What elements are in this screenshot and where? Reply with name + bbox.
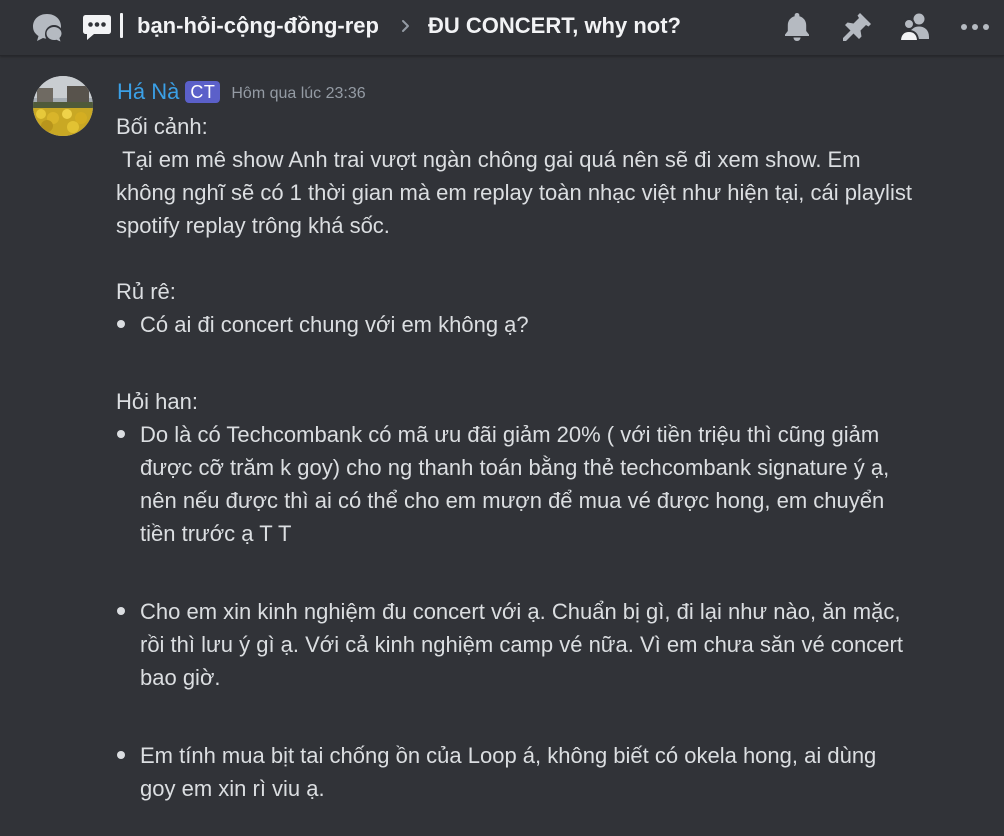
chat-bubble-icon [80, 10, 114, 44]
channel-header: bạn-hỏi-cộng-đồng-rep ĐU CONCERT, why no… [0, 0, 1004, 56]
list-item-text: Có ai đi concert chung với em không ạ? [140, 312, 529, 337]
questions-heading: Hỏi han: [116, 389, 198, 414]
username[interactable]: Há Nà [117, 78, 179, 106]
message-content: Bối cảnh: Tại em mê show Anh trai vượt n… [116, 110, 916, 805]
avatar[interactable] [33, 76, 93, 136]
header-divider [120, 13, 123, 38]
bullet [117, 607, 125, 615]
bullet [117, 320, 125, 328]
list-item: Do là có Techcombank có mã ưu đãi giảm 2… [116, 418, 916, 550]
pin-icon[interactable] [840, 10, 874, 44]
thread-name: ĐU CONCERT, why not? [428, 13, 681, 38]
bullet [117, 430, 125, 438]
bullet [117, 751, 125, 759]
channel-name[interactable]: bạn-hỏi-cộng-đồng-rep [137, 11, 379, 41]
chevron-right-icon [399, 17, 413, 39]
list-item: Cho em xin kinh nghiệm đu concert với ạ.… [116, 595, 916, 694]
invite-heading: Rủ rê: [116, 279, 176, 304]
list-item-text: Do là có Techcombank có mã ưu đãi giảm 2… [140, 422, 896, 546]
list-item: Em tính mua bịt tai chống ồn của Loop á,… [116, 739, 916, 805]
bell-icon[interactable] [780, 10, 814, 44]
timestamp: Hôm qua lúc 23:36 [231, 85, 366, 102]
context-heading: Bối cảnh: [116, 114, 208, 139]
list-item-text: Em tính mua bịt tai chống ồn của Loop á,… [140, 743, 883, 801]
discord-thread-view: bạn-hỏi-cộng-đồng-rep ĐU CONCERT, why no… [0, 0, 1004, 836]
threads-icon[interactable] [30, 10, 64, 44]
invite-list: Có ai đi concert chung với em không ạ? [116, 308, 916, 341]
context-text: Tại em mê show Anh trai vượt ngàn chông … [116, 147, 919, 238]
questions-list: Do là có Techcombank có mã ưu đãi giảm 2… [116, 418, 916, 805]
more-options-icon[interactable] [958, 10, 992, 44]
list-item-text: Cho em xin kinh nghiệm đu concert với ạ.… [140, 599, 910, 690]
role-tag: CT [185, 81, 221, 103]
list-item: Có ai đi concert chung với em không ạ? [116, 308, 916, 341]
message-header: Há Nà CT Hôm qua lúc 23:36 [117, 78, 366, 106]
members-icon[interactable] [898, 10, 932, 44]
